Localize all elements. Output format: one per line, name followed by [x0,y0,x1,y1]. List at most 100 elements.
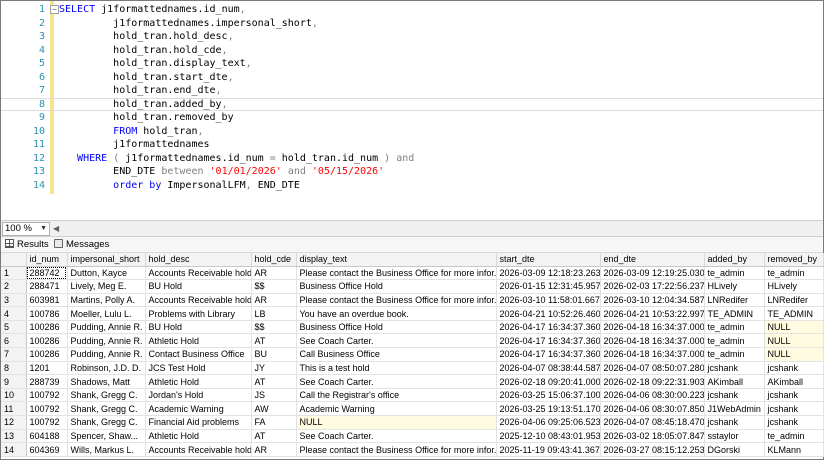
table-cell[interactable]: FA [251,415,297,430]
table-cell[interactable]: Problems with Library [145,306,252,321]
table-cell[interactable]: 100286 [26,333,68,349]
table-cell[interactable]: KLMann [764,442,824,457]
table-cell[interactable]: 2026-04-17 16:34:37.360 [496,320,601,335]
row-number[interactable]: 8 [1,361,27,376]
table-cell[interactable]: Robinson, J.D. D. [67,361,146,376]
row-number[interactable]: 4 [1,306,27,321]
sql-editor[interactable]: −1 SELECT j1formattednames.id_num, 2 j1for… [1,1,823,220]
table-cell[interactable]: Pudding, Annie R. [67,333,146,349]
table-cell[interactable]: 2026-03-25 15:06:37.100 [496,388,601,403]
table-cell[interactable]: 2026-03-10 11:58:01.667 [496,293,601,308]
table-cell[interactable]: 100786 [26,306,68,321]
table-cell[interactable]: Business Office Hold [296,320,497,335]
table-cell[interactable]: 2026-04-06 09:25:06.523 [496,415,601,430]
table-cell[interactable]: Athletic Hold [145,333,252,349]
code-line[interactable]: 3 hold_tran.hold_desc, [1,30,823,44]
table-cell[interactable]: 2026-03-27 08:15:12.253 [600,442,705,457]
table-cell[interactable]: jcshank [704,388,765,403]
table-row[interactable]: 8 1201 Robinson, J.D. D. JCS Test Hold JY Thi… [1,361,824,376]
table-row[interactable]: 11 100792 Shank, Gregg C. Academic Warning A… [1,401,824,417]
table-cell[interactable]: 2025-12-10 08:43:01.953 [496,429,601,444]
table-cell[interactable]: LNRedifer [704,293,765,308]
table-row[interactable]: 10 100792 Shank, Gregg C. Jordan's Hold JS Ca… [1,388,824,403]
table-cell[interactable]: AKimball [704,374,765,389]
table-cell[interactable]: TE_ADMIN [764,306,824,321]
table-cell[interactable]: Pudding, Annie R. [67,347,146,362]
code-line[interactable]: 2 j1formattednames.impersonal_short, [1,17,823,31]
code-line[interactable]: 14 order by ImpersonalLFM, END_DTE [1,179,823,193]
table-cell[interactable]: 603981 [26,293,68,308]
table-cell[interactable]: NULL [296,415,497,430]
table-row[interactable]: 6 100286 Pudding, Annie R. Athletic Hold AT S… [1,333,824,349]
table-cell[interactable]: Shank, Gregg C. [67,401,146,417]
code-line[interactable]: 10 FROM hold_tran, [1,125,823,139]
table-cell[interactable]: te_admin [764,429,824,444]
table-cell[interactable]: 2026-03-09 12:18:23.263 [496,266,601,281]
table-cell[interactable]: 2026-02-18 09:22:31.903 [600,374,705,389]
table-cell[interactable]: 2026-01-15 12:31:45.957 [496,279,601,294]
row-number[interactable]: 14 [1,442,27,457]
table-cell[interactable]: You have an overdue book. [296,306,497,321]
table-cell[interactable]: sstaylor [704,429,765,444]
table-cell[interactable]: 100286 [26,320,68,335]
grid-corner[interactable] [1,253,27,267]
table-cell[interactable]: 2026-04-06 08:30:00.223 [600,388,705,403]
table-cell[interactable]: See Coach Carter. [296,333,497,349]
column-header[interactable]: removed_by [764,253,824,267]
table-cell[interactable]: JY [251,361,297,376]
table-cell[interactable]: Accounts Receivable hold [145,293,252,308]
table-row[interactable]: 2 288471 Lively, Meg E. BU Hold $$ Business O… [1,279,824,294]
table-cell[interactable]: $$ [251,320,297,335]
table-cell[interactable]: 2026-04-07 08:38:44.587 [496,361,601,376]
table-cell[interactable]: te_admin [764,266,824,281]
table-cell[interactable]: Shadows, Matt [67,374,146,389]
table-row[interactable]: 14 604369 Wills, Markus L. Accounts Receiva… [1,442,824,457]
table-cell[interactable]: te_admin [704,347,765,362]
table-row[interactable]: 1 288742 Dutton, Kayce Accounts Receivable … [1,266,824,281]
table-cell[interactable]: JCS Test Hold [145,361,252,376]
table-cell[interactable]: 100792 [26,415,68,430]
table-cell[interactable]: Shank, Gregg C. [67,388,146,403]
row-number[interactable]: 11 [1,401,27,417]
table-cell[interactable]: te_admin [704,266,765,281]
code-line[interactable]: 9 hold_tran.removed_by [1,111,823,125]
table-cell[interactable]: Dutton, Kayce [67,266,146,281]
row-number[interactable]: 1 [1,266,27,281]
table-cell[interactable]: jcshank [764,388,824,403]
table-cell[interactable]: 2026-04-17 16:34:37.360 [496,347,601,362]
table-cell[interactable]: HLively [704,279,765,294]
table-cell[interactable]: BU [251,347,297,362]
table-cell[interactable]: AT [251,333,297,349]
table-cell[interactable]: Martins, Polly A. [67,293,146,308]
table-cell[interactable]: 288742 [26,266,68,281]
table-cell[interactable]: 2026-04-18 16:34:37.000 [600,320,705,335]
table-cell[interactable]: jcshank [764,415,824,430]
column-header[interactable]: display_text [296,253,497,267]
table-cell[interactable]: jcshank [704,361,765,376]
row-number[interactable]: 10 [1,388,27,403]
column-header[interactable]: impersonal_short [67,253,146,267]
table-cell[interactable]: Accounts Receivable hold [145,266,252,281]
table-cell[interactable]: AR [251,293,297,308]
table-cell[interactable]: Lively, Meg E. [67,279,146,294]
table-row[interactable]: 3 603981 Martins, Polly A. Accounts Receiva… [1,293,824,308]
table-cell[interactable]: Shank, Gregg C. [67,415,146,430]
table-cell[interactable]: 100792 [26,401,68,417]
column-header[interactable]: end_dte [600,253,705,267]
code-line[interactable]: 1 SELECT j1formattednames.id_num, [1,3,823,17]
tab-messages[interactable]: Messages [54,238,109,252]
table-cell[interactable]: BU Hold [145,320,252,335]
code-line[interactable]: 8 hold_tran.added_by, [1,97,823,111]
table-cell[interactable]: See Coach Carter. [296,429,497,444]
row-number[interactable]: 2 [1,279,27,294]
table-cell[interactable]: LB [251,306,297,321]
row-number[interactable]: 3 [1,293,27,308]
table-cell[interactable]: This is a test hold [296,361,497,376]
table-cell[interactable]: 288739 [26,374,68,389]
table-cell[interactable]: 2026-04-21 10:52:26.460 [496,306,601,321]
table-cell[interactable]: NULL [764,320,824,335]
code-line[interactable]: 13 END_DTE between '01/01/2026' and '05/… [1,165,823,179]
table-cell[interactable]: Please contact the Business Office for m… [296,293,497,308]
row-number[interactable]: 13 [1,429,27,444]
table-cell[interactable]: 2026-04-07 08:45:18.470 [600,415,705,430]
